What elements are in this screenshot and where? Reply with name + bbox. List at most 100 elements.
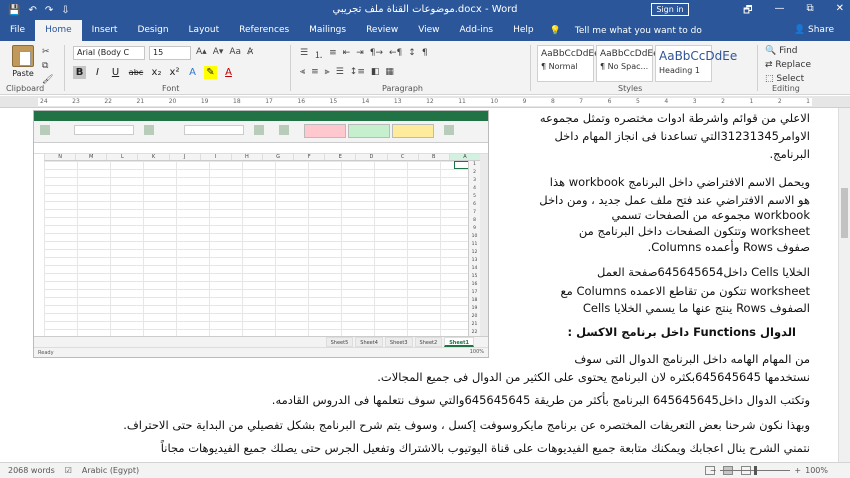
rtl-icon[interactable]: ←¶ (389, 48, 402, 61)
tab-references[interactable]: References (229, 20, 299, 41)
show-marks-icon[interactable]: ¶ (422, 48, 428, 61)
tab-help[interactable]: Help (503, 20, 544, 41)
excel-row-header: 1 (473, 162, 476, 167)
style-normal[interactable]: AaBbCcDdEe ¶ Normal (537, 45, 600, 82)
font-color-button[interactable]: A (222, 66, 235, 79)
find-button[interactable]: 🔍 Find (765, 44, 811, 58)
tab-design[interactable]: Design (127, 20, 178, 41)
style-no-spacing[interactable]: AaBbCcDdEe ¶ No Spac... (596, 45, 659, 82)
ruler-number: 10 (490, 98, 499, 105)
group-separator (290, 45, 291, 91)
superscript-button[interactable]: x² (168, 66, 181, 79)
increase-indent-icon[interactable]: ⇥ (356, 48, 364, 61)
close-icon[interactable]: ✕ (836, 3, 844, 20)
tab-file[interactable]: File (0, 20, 35, 41)
align-center-icon[interactable]: ≡ (311, 67, 319, 77)
ruler-number: 16 (297, 98, 306, 105)
numbering-icon[interactable]: ⒈ (314, 48, 323, 61)
window-title: موضوعات القناة ملف تجريبي.docx - Word (332, 4, 518, 15)
group-separator (64, 45, 65, 91)
status-bar: 2068 words ☑ Arabic (Egypt) − + 100% (0, 462, 850, 478)
vertical-scrollbar[interactable] (838, 108, 850, 462)
italic-button[interactable]: I (91, 66, 104, 79)
doc-line-6: workbook مجموعه من الصفحات تسمي (611, 208, 810, 222)
justify-icon[interactable]: ☰ (336, 67, 344, 77)
line-spacing-icon[interactable]: ↕≡ (350, 67, 365, 77)
doc-line-5: هو الاسم الافتراضي عند فتح ملف عمل جديد … (539, 193, 810, 207)
sort-icon[interactable]: ↕ (408, 48, 416, 61)
horizontal-ruler[interactable]: 24 23 22 21 20 19 18 17 16 15 14 13 12 11 10 9 8 7 6 5 4 3 2 1 2… (0, 96, 850, 108)
document-canvas[interactable]: NMLKJIHGFEDCBA 1 2 3 4 5 6 7 8 9 10 11 12 13 14 15 16 17… (0, 108, 850, 462)
group-label-clipboard: Clipboard (6, 84, 45, 93)
ruler-number: 5 (636, 98, 640, 105)
clear-format-icon[interactable]: A̷ (247, 47, 253, 57)
group-label-styles: Styles (618, 84, 643, 93)
ruler-number: 1 (806, 98, 810, 105)
bold-button[interactable]: B (73, 66, 86, 79)
grow-font-icon[interactable]: A▴ (196, 47, 207, 57)
paragraph-tools-top: ☰ ⒈ ≡ ⇤ ⇥ ¶→ ←¶ ↕ ¶ (300, 48, 428, 61)
shrink-font-icon[interactable]: A▾ (213, 47, 224, 57)
ruler-number: 8 (550, 98, 555, 105)
zoom-out-icon[interactable]: − (710, 466, 717, 475)
sign-in-button[interactable]: Sign in (651, 3, 689, 16)
ribbon-home: Paste ✂ ⧉ 🖌 Clipboard Arial (Body C 15 A… (0, 41, 850, 95)
restore-icon[interactable]: ⧉ (806, 3, 813, 20)
copy-icon[interactable]: ⧉ (42, 61, 53, 71)
word-count[interactable]: 2068 words (8, 466, 55, 475)
align-left-icon[interactable]: ⫷ (300, 67, 305, 77)
font-size-box[interactable]: 15 (149, 46, 191, 60)
doc-line-11: الصفوف Rows ينتج عنها ما يسمي الخلايا Ce… (582, 301, 810, 315)
doc-line-2: الاوامر31231345التي تساعدنا فى انجاز الم… (554, 129, 810, 143)
language-indicator[interactable]: Arabic (Egypt) (82, 466, 139, 475)
group-label-paragraph: Paragraph (382, 84, 423, 93)
doc-line-15: وتكتب الدوال داخل645645645 البرنامج بأكث… (271, 393, 810, 407)
cut-icon[interactable]: ✂ (42, 47, 53, 57)
tab-home[interactable]: Home (35, 20, 82, 41)
ruler-number: 9 (522, 98, 527, 105)
tab-insert[interactable]: Insert (82, 20, 128, 41)
font-name-box[interactable]: Arial (Body C (73, 46, 145, 60)
align-right-icon[interactable]: ⫸ (325, 67, 330, 77)
tab-mailings[interactable]: Mailings (299, 20, 356, 41)
replace-button[interactable]: ⇄ Replace (765, 58, 811, 72)
group-label-font: Font (162, 84, 180, 93)
tab-layout[interactable]: Layout (179, 20, 230, 41)
bullets-icon[interactable]: ☰ (300, 48, 308, 61)
tab-add-ins[interactable]: Add-ins (450, 20, 504, 41)
underline-button[interactable]: U (109, 66, 122, 79)
subscript-button[interactable]: x₂ (150, 66, 163, 79)
shading-icon[interactable]: ◧ (371, 67, 380, 77)
style-heading-1[interactable]: AaBbCcDdEe Heading 1 (655, 45, 737, 82)
editing-group: 🔍 Find ⇄ Replace ⬚ Select (765, 44, 811, 86)
scroll-thumb[interactable] (841, 188, 848, 238)
ruler-number: 17 (265, 98, 273, 105)
minimize-icon[interactable]: — (774, 3, 784, 20)
strikethrough-button[interactable]: abc (127, 66, 145, 79)
ribbon-display-icon[interactable]: 🗗 (743, 3, 752, 20)
ruler-numbers: 24 23 22 21 20 19 18 17 16 15 14 13 12 11 10 9 8 7 6 5 4 3 2 1 2… (40, 98, 810, 105)
change-case-icon[interactable]: Aa (229, 47, 241, 57)
zoom-in-icon[interactable]: + (794, 466, 801, 475)
tab-view[interactable]: View (408, 20, 449, 41)
highlight-icon[interactable]: ✎ (204, 66, 217, 79)
doc-line-14: نستخدمها 645645645بكثره لان البرنامج يحت… (377, 370, 810, 384)
tab-review[interactable]: Review (356, 20, 408, 41)
decrease-indent-icon[interactable]: ⇤ (343, 48, 351, 61)
share-button[interactable]: 👤 Share (794, 25, 834, 35)
zoom-slider-knob[interactable] (754, 466, 758, 475)
paste-button[interactable]: Paste (10, 45, 36, 78)
proofing-icon[interactable]: ☑ (65, 466, 72, 475)
tell-me-input[interactable]: Tell me what you want to do (575, 26, 702, 36)
borders-icon[interactable]: ▦ (385, 67, 394, 77)
text-effects-button[interactable]: A (186, 66, 199, 79)
multilevel-list-icon[interactable]: ≡ (329, 48, 337, 61)
ltr-icon[interactable]: ¶→ (370, 48, 383, 61)
ruler-number: 18 (233, 98, 241, 105)
ruler-number: 2 (721, 98, 725, 105)
zoom-level[interactable]: 100% (805, 466, 828, 475)
zoom-slider[interactable] (720, 466, 791, 475)
doc-line-3: البرنامج. (769, 147, 810, 161)
lightbulb-icon: 💡 (549, 25, 561, 36)
ruler-number: 24 (40, 98, 48, 105)
